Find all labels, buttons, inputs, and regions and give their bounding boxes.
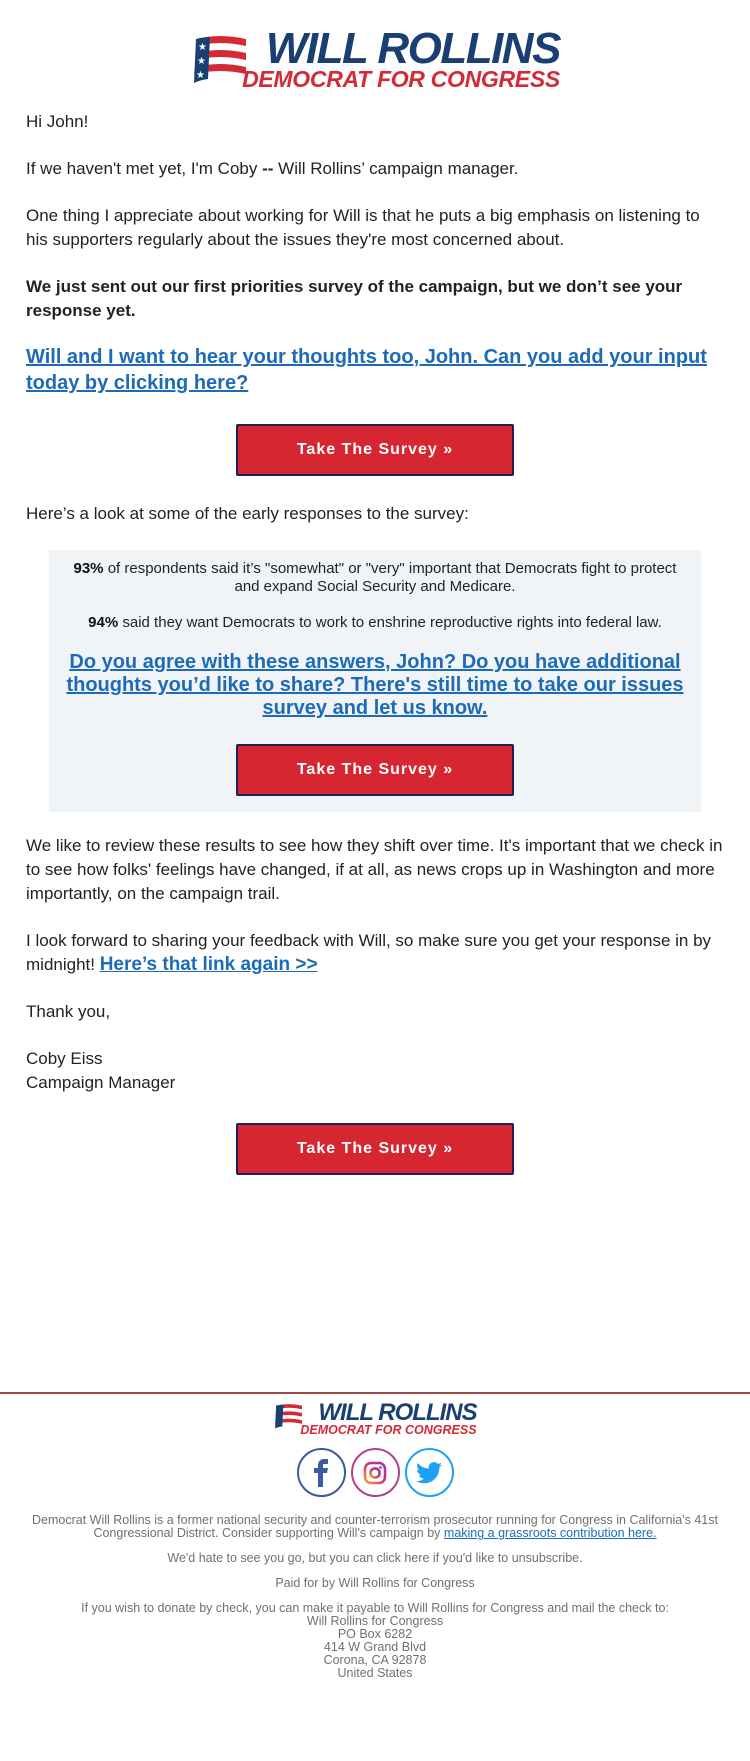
listening-paragraph: One thing I appreciate about working for… <box>26 206 700 249</box>
footer: WILL ROLLINS DEMOCRAT FOR CONGRESS Democ… <box>0 1399 750 1680</box>
flag-icon: ★ ★ ★ <box>194 36 247 83</box>
survey-button-row-2: Take The Survey » <box>59 744 691 796</box>
take-survey-button[interactable]: Take The Survey » <box>236 744 514 796</box>
flag-icon <box>275 1404 303 1429</box>
thanks: Thank you, <box>26 1002 111 1021</box>
footer-about: Democrat Will Rollins is a former nation… <box>0 1514 750 1540</box>
svg-text:★: ★ <box>196 70 205 81</box>
intro-paragraph: If we haven't met yet, I'm Coby -- Will … <box>26 157 724 181</box>
intro-text: If we haven't met yet, I'm Coby <box>26 159 263 178</box>
forward-paragraph: I look forward to sharing your feedback … <box>26 929 724 977</box>
email-body: Hi John! If we haven't met yet, I'm Coby… <box>0 110 750 526</box>
survey-button-row-3: Take The Survey » <box>26 1123 724 1175</box>
footer-logo: WILL ROLLINS DEMOCRAT FOR CONGRESS <box>0 1399 750 1437</box>
facebook-icon <box>314 1458 328 1487</box>
twitter-link[interactable] <box>404 1448 454 1497</box>
stat-reproductive-rights: 94% said they want Democrats to work to … <box>59 614 691 632</box>
review-paragraph: We like to review these results to see h… <box>26 836 723 903</box>
svg-text:★: ★ <box>197 56 206 67</box>
social-links <box>0 1448 750 1497</box>
logo-tagline: DEMOCRAT FOR CONGRESS <box>242 65 560 92</box>
agree-survey-link[interactable]: Do you agree with these answers, John? D… <box>59 651 691 720</box>
logo-name: WILL ROLLINS <box>265 23 562 73</box>
footer-divider <box>0 1392 750 1394</box>
survey-results-box: 93% of respondents said it’s "somewhat" … <box>49 550 701 812</box>
email-body-lower: We like to review these results to see h… <box>0 834 750 1175</box>
early-responses-intro: Here’s a look at some of the early respo… <box>26 504 469 523</box>
stat-text: said they want Democrats to work to ensh… <box>118 614 662 631</box>
add-input-link[interactable]: Will and I want to hear your thoughts to… <box>26 344 724 396</box>
campaign-logo: ★ ★ ★ WILL ROLLINS DEMOCRAT FOR CONGRESS <box>190 22 562 96</box>
take-survey-button[interactable]: Take The Survey » <box>236 424 514 476</box>
svg-text:★: ★ <box>198 42 207 53</box>
footer-logo-tagline: DEMOCRAT FOR CONGRESS <box>300 1423 477 1437</box>
stat-value: 93% <box>73 560 104 577</box>
mailing-address: Will Rollins for Congress PO Box 6282 41… <box>0 1615 750 1680</box>
header-logo: ★ ★ ★ WILL ROLLINS DEMOCRAT FOR CONGRESS <box>0 0 750 96</box>
signer-title: Campaign Manager <box>26 1073 176 1092</box>
address-line: United States <box>337 1666 413 1680</box>
survey-button-row-1: Take The Survey » <box>26 424 724 476</box>
footer-logo-name: WILL ROLLINS <box>318 1399 477 1426</box>
unsubscribe-text[interactable]: We'd hate to see you go, but you can cli… <box>0 1552 750 1565</box>
intro-dash: -- <box>262 159 274 178</box>
facebook-link[interactable] <box>296 1448 346 1497</box>
stat-social-security: 93% of respondents said it’s "somewhat" … <box>59 560 691 596</box>
stat-text: of respondents said it’s "somewhat" or "… <box>103 560 677 595</box>
intro-text-end: Will Rollins’ campaign manager. <box>273 159 519 178</box>
contribute-link[interactable]: making a grassroots contribution here. <box>444 1526 657 1540</box>
take-survey-button[interactable]: Take The Survey » <box>236 1123 514 1175</box>
stat-value: 94% <box>88 614 119 631</box>
instagram-icon <box>363 1461 387 1484</box>
greeting: Hi John! <box>26 112 89 131</box>
paid-for-disclaimer: Paid for by Will Rollins for Congress <box>275 1576 475 1590</box>
signer-name: Coby Eiss <box>26 1049 103 1068</box>
link-again[interactable]: Here’s that link again >> <box>100 954 318 975</box>
twitter-icon <box>416 1461 442 1483</box>
survey-sent-paragraph: We just sent out our first priorities su… <box>26 277 683 320</box>
instagram-link[interactable] <box>350 1448 400 1497</box>
